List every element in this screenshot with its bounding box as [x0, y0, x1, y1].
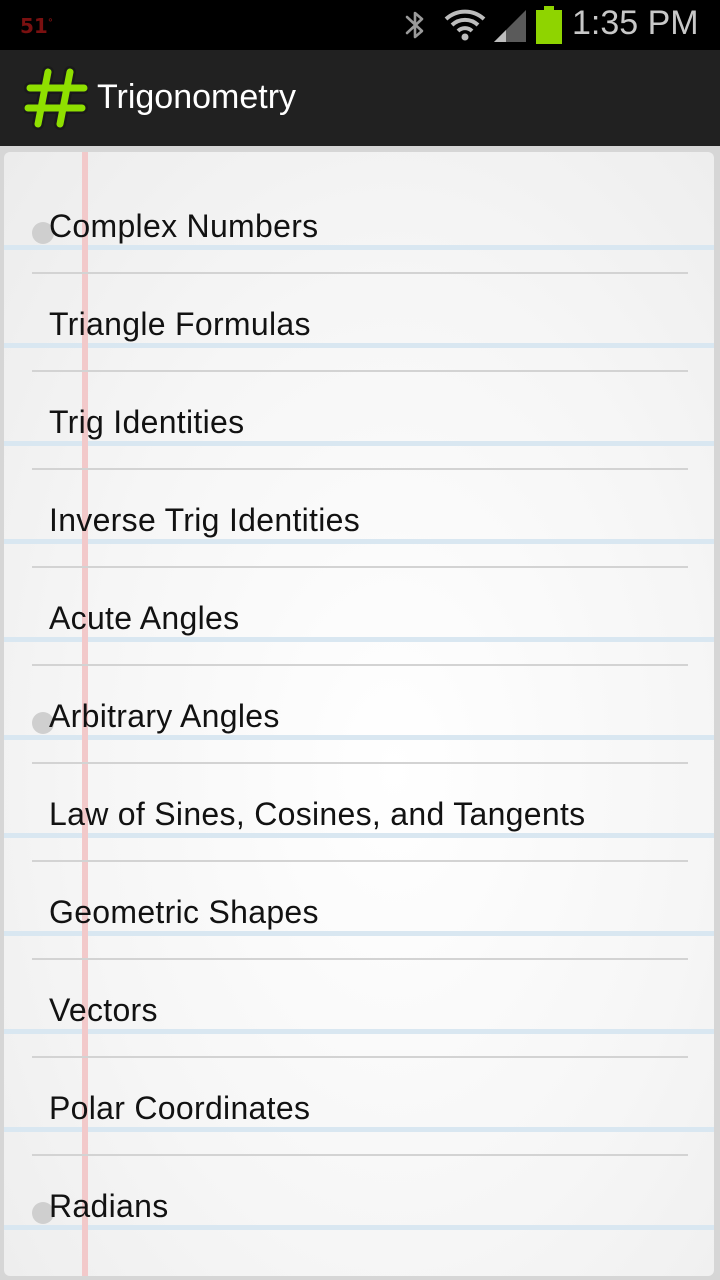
list-item[interactable]: Radians	[4, 1156, 714, 1254]
topic-list: Complex Numbers Triangle Formulas Trig Ide…	[4, 176, 714, 1254]
status-time: 1:35 PM	[572, 4, 699, 42]
list-item[interactable]: Law of Sines, Cosines, and Tangents	[4, 764, 714, 862]
hash-icon[interactable]	[24, 66, 88, 130]
list-item[interactable]: Triangle Formulas	[4, 274, 714, 372]
list-item-label: Law of Sines, Cosines, and Tangents	[49, 796, 586, 832]
list-item[interactable]: Arbitrary Angles	[4, 666, 714, 764]
list-item-label: Geometric Shapes	[49, 894, 319, 930]
list-item-label: Radians	[49, 1188, 169, 1224]
list-item-label: Acute Angles	[49, 600, 240, 636]
battery-icon	[536, 6, 562, 44]
temperature-value: 51	[20, 14, 48, 38]
wifi-icon	[444, 9, 486, 41]
temperature-indicator: 51°	[20, 14, 53, 38]
page-title: Trigonometry	[97, 78, 297, 116]
list-item-label: Complex Numbers	[49, 208, 319, 244]
list-item-label: Arbitrary Angles	[49, 698, 280, 734]
notebook-paper: Complex Numbers Triangle Formulas Trig Ide…	[4, 152, 714, 1276]
content-area: Complex Numbers Triangle Formulas Trig Ide…	[0, 146, 720, 1280]
list-item[interactable]: Inverse Trig Identities	[4, 470, 714, 568]
list-item[interactable]: Geometric Shapes	[4, 862, 714, 960]
signal-icon	[494, 10, 526, 42]
list-item[interactable]: Acute Angles	[4, 568, 714, 666]
status-bar: 51° 1:35 PM	[0, 0, 720, 50]
temperature-unit: °	[47, 17, 53, 29]
list-item[interactable]: Vectors	[4, 960, 714, 1058]
list-item-label: Vectors	[49, 992, 158, 1028]
list-item[interactable]: Polar Coordinates	[4, 1058, 714, 1156]
list-item-label: Trig Identities	[49, 404, 245, 440]
list-item[interactable]: Trig Identities	[4, 372, 714, 470]
list-item-label: Inverse Trig Identities	[49, 502, 361, 538]
action-bar: Trigonometry	[0, 50, 720, 146]
bluetooth-icon	[405, 11, 424, 39]
list-item-label: Triangle Formulas	[49, 306, 311, 342]
list-item[interactable]: Complex Numbers	[4, 176, 714, 274]
list-item-label: Polar Coordinates	[49, 1090, 311, 1126]
